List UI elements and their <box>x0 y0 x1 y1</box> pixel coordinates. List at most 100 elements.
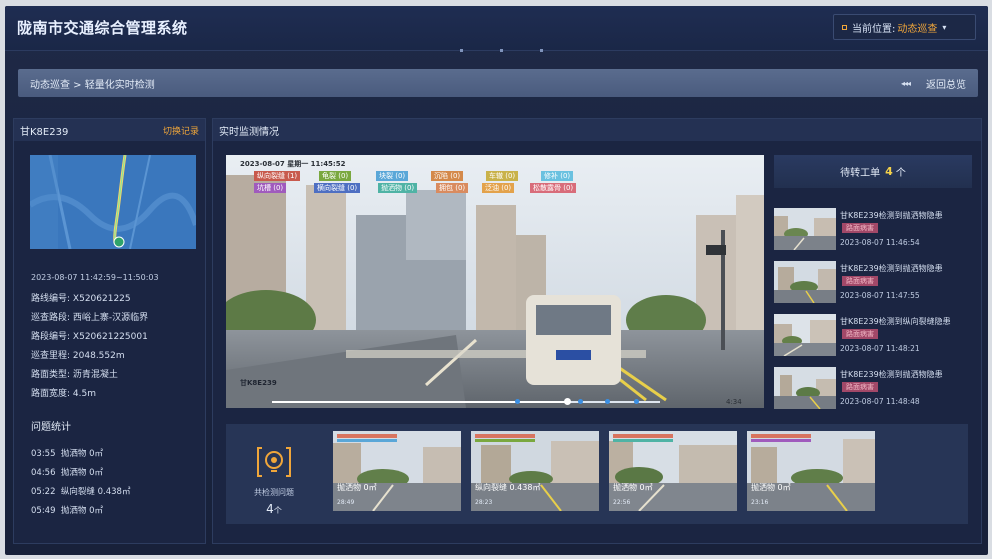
chevron-down-icon: ▾ <box>942 22 947 32</box>
tag-block-crack: 块裂 (0) <box>376 171 409 181</box>
info-label: 巡查路段: <box>31 313 71 323</box>
stat-time: 03:55 <box>31 449 56 459</box>
stat-time: 05:49 <box>31 506 56 516</box>
event-marker[interactable] <box>634 399 639 404</box>
pending-label: 待转工单 <box>840 168 881 179</box>
switch-record-link[interactable]: 切换记录 <box>163 124 199 137</box>
work-order-time: 2023-08-07 11:48:21 <box>840 344 920 353</box>
vehicle-plate: 甘K8E239 <box>20 126 69 138</box>
info-value: 沥青混凝土 <box>72 370 118 380</box>
info-mileage: 巡查里程: 2048.552m <box>31 348 125 361</box>
stat-row[interactable]: 05:49 抛洒物 0㎡ <box>31 504 103 516</box>
breadcrumb-bar: 动态巡查 > 轻量化实时检测 ◂◂◂ 返回总览 <box>18 69 978 97</box>
tag-bulge: 拥包 (0) <box>436 183 469 193</box>
pending-work-orders: 待转工单 4 个 <box>774 155 972 188</box>
stat-value: 0㎡ <box>89 468 104 478</box>
map-graphic <box>30 155 196 249</box>
divider-mark <box>540 49 543 52</box>
work-order-thumbnail <box>774 367 836 409</box>
event-marker[interactable] <box>578 399 583 404</box>
stat-type: 纵向裂缝 <box>60 487 95 497</box>
detected-count-unit: 个 <box>273 506 282 515</box>
video-progress-knob[interactable] <box>563 398 571 405</box>
header-divider <box>5 49 988 55</box>
info-value: 4.5m <box>72 389 97 399</box>
info-label: 巡查里程: <box>31 351 71 361</box>
tag-rutting: 车辙 (0) <box>486 171 519 181</box>
clip-time: 23:16 <box>751 499 769 506</box>
info-surface-type: 路面类型: 沥青混凝土 <box>31 367 118 380</box>
app-window: 陇南市交通综合管理系统 当前位置: 动态巡查 ▾ 动态巡查 > 轻量化实时检测 … <box>5 6 988 555</box>
work-order-thumbnail <box>774 208 836 250</box>
breadcrumb[interactable]: 动态巡查 > 轻量化实时检测 <box>30 76 155 91</box>
panel-header: 实时监测情况 <box>213 119 981 141</box>
route-map[interactable] <box>30 155 196 249</box>
work-order-badge: 路面病害 <box>842 329 878 339</box>
monitoring-title: 实时监测情况 <box>219 126 279 138</box>
vehicle-info-panel: 甘K8E239 切换记录 2023-08-07 11:42:59~11:50:0… <box>13 118 206 544</box>
stat-row[interactable]: 03:55 抛洒物 0㎡ <box>31 447 103 459</box>
work-order-badge: 路面病害 <box>842 223 878 233</box>
info-surface-width: 路面宽度: 4.5m <box>31 386 96 399</box>
event-marker[interactable] <box>605 399 610 404</box>
clip-caption: 抛洒物 0㎡ <box>613 483 653 492</box>
detected-count: 4个 <box>242 502 306 516</box>
clip-time: 28:23 <box>475 499 493 506</box>
info-label: 路面类型: <box>31 370 71 380</box>
divider-mark <box>500 49 503 52</box>
tag-debris: 抛洒物 (0) <box>378 183 418 193</box>
tag-subsidence: 沉陷 (0) <box>431 171 464 181</box>
info-value: X520621225 <box>72 294 131 304</box>
tag-transverse-crack: 横向裂缝 (0) <box>314 183 361 193</box>
video-player[interactable]: 2023-08-07 星期一 11:45:52 纵向裂缝 (1) 龟裂 (0) … <box>226 155 764 408</box>
back-arrows-icon[interactable]: ◂◂◂ <box>901 79 911 88</box>
work-order-title: 甘K8E239检测到抛洒物隐患 <box>840 211 943 220</box>
location-dropdown[interactable]: 当前位置: 动态巡查 ▾ <box>833 14 976 40</box>
info-label: 路段编号: <box>31 332 71 342</box>
info-route-number: 路线编号: X520621225 <box>31 291 131 304</box>
work-order-item[interactable]: 甘K8E239检测到抛洒物隐患 路面病害 2023-08-07 11:47:55 <box>774 261 974 305</box>
divider-mark <box>460 49 463 52</box>
stat-type: 抛洒物 <box>60 449 87 459</box>
detected-count-value: 4 <box>266 502 274 516</box>
work-order-title: 甘K8E239检测到抛洒物隐患 <box>840 264 943 273</box>
location-value: 动态巡查 <box>897 23 938 35</box>
stat-type: 抛洒物 <box>60 506 87 516</box>
pending-count: 4 <box>885 165 893 178</box>
tag-alligator-crack: 龟裂 (0) <box>319 171 352 181</box>
clip-card[interactable]: 抛洒物 0㎡ 23:16 <box>747 431 875 511</box>
clip-card[interactable]: 抛洒物 0㎡ 22:56 <box>609 431 737 511</box>
tag-patch: 修补 (0) <box>541 171 574 181</box>
work-order-item[interactable]: 甘K8E239检测到抛洒物隐患 路面病害 2023-08-07 11:46:54 <box>774 208 974 252</box>
stat-time: 04:56 <box>31 468 56 478</box>
detected-label: 共检测问题 <box>254 488 294 497</box>
work-order-thumbnail <box>774 314 836 356</box>
work-order-badge: 路面病害 <box>842 276 878 286</box>
video-progress-track[interactable] <box>272 398 660 405</box>
stat-value: 0㎡ <box>89 449 104 459</box>
stat-type: 抛洒物 <box>60 468 87 478</box>
panel-header: 甘K8E239 切换记录 <box>14 119 205 141</box>
video-elapsed: 4:34 <box>726 398 742 406</box>
work-order-item[interactable]: 甘K8E239检测到纵向裂缝隐患 路面病害 2023-08-07 11:48:2… <box>774 314 974 358</box>
clip-card[interactable]: 抛洒物 0㎡ 28:49 <box>333 431 461 511</box>
info-label: 路线编号: <box>31 294 71 304</box>
work-order-badge: 路面病害 <box>842 382 878 392</box>
clip-time: 22:56 <box>613 499 631 506</box>
work-order-item[interactable]: 甘K8E239检测到抛洒物隐患 路面病害 2023-08-07 11:48:48 <box>774 367 974 411</box>
bulb-icon <box>257 447 291 477</box>
info-value: 2048.552m <box>72 351 125 361</box>
location-marker-icon <box>842 24 847 30</box>
system-title: 陇南市交通综合管理系统 <box>17 19 188 37</box>
video-progress-fill <box>272 401 567 403</box>
clip-card[interactable]: 纵向裂缝 0.438㎡ 28:23 <box>471 431 599 511</box>
back-to-overview-button[interactable]: 返回总览 <box>926 76 966 91</box>
info-segment-number: 路段编号: X520621225001 <box>31 329 148 342</box>
stat-value: 0㎡ <box>89 506 104 516</box>
problem-stats-title: 问题统计 <box>31 422 71 433</box>
work-order-time: 2023-08-07 11:48:48 <box>840 397 920 406</box>
clip-caption: 抛洒物 0㎡ <box>751 483 791 492</box>
stat-row[interactable]: 04:56 抛洒物 0㎡ <box>31 466 103 478</box>
event-marker[interactable] <box>515 399 520 404</box>
stat-row[interactable]: 05:22 纵向裂缝 0.438㎡ <box>31 485 130 497</box>
